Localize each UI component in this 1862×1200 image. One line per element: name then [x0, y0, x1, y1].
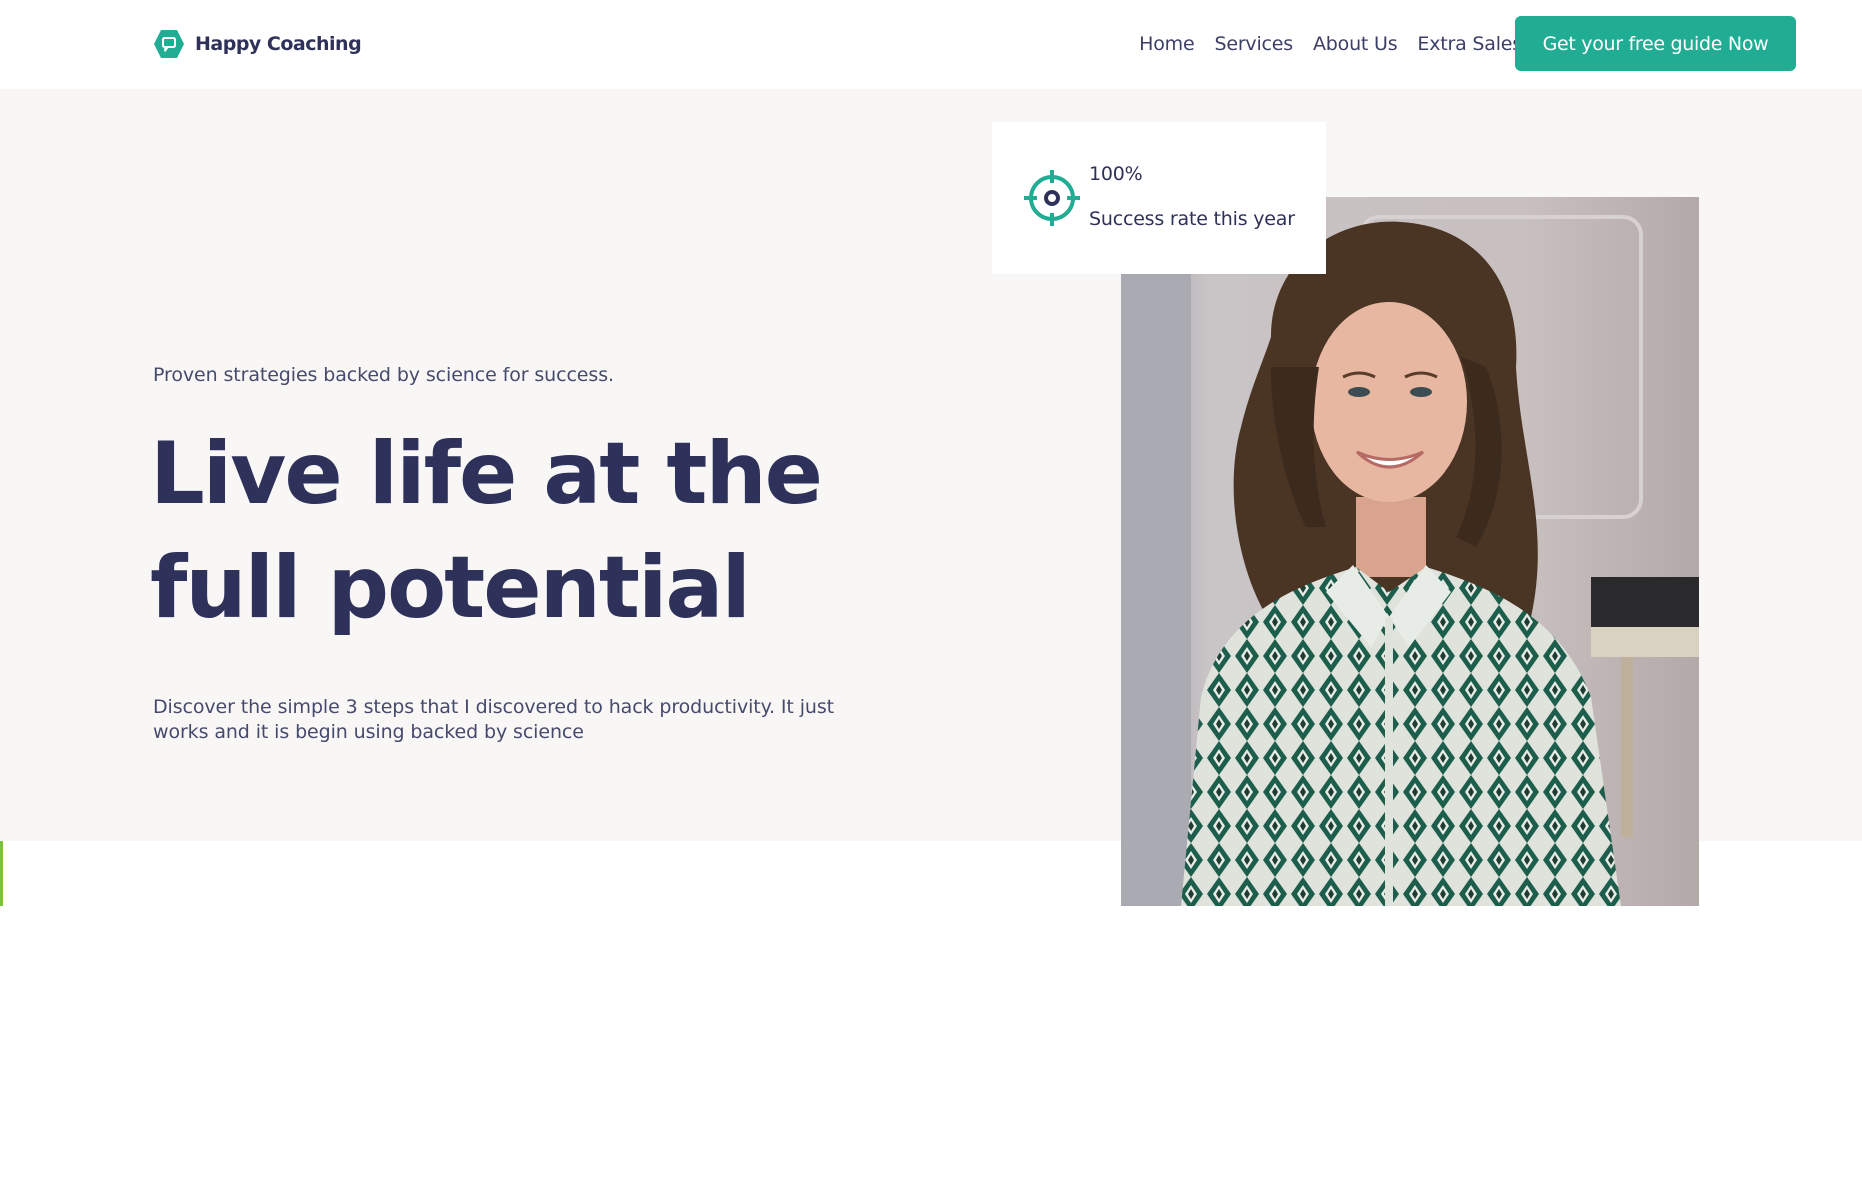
- smiling-woman-portrait: [1121, 197, 1699, 906]
- nav-link-extra-sales[interactable]: Extra Sales: [1417, 33, 1522, 55]
- hero-portrait-photo: [1121, 197, 1699, 906]
- main-nav: Home Services About Us Extra Sales: [1139, 29, 1522, 59]
- hero-description: Discover the simple 3 steps that I disco…: [153, 696, 834, 743]
- nav-link-services[interactable]: Services: [1214, 33, 1293, 55]
- site-header: Happy Coaching Home Services About Us Ex…: [0, 0, 1862, 89]
- hero-eyebrow: Proven strategies backed by science for …: [153, 364, 614, 386]
- chat-bubble-hexagon-icon: [154, 30, 184, 58]
- stat-value: 100%: [1089, 163, 1143, 185]
- brand-name: Happy Coaching: [195, 33, 362, 55]
- nav-link-home[interactable]: Home: [1139, 33, 1195, 55]
- brand-logo-link[interactable]: Happy Coaching: [153, 29, 362, 59]
- hero-headline: Live life at the full potential: [150, 424, 823, 638]
- success-stat-card: 100% Success rate this year: [992, 122, 1326, 274]
- get-free-guide-button[interactable]: Get your free guide Now: [1515, 16, 1796, 71]
- stat-label: Success rate this year: [1089, 208, 1295, 230]
- nav-link-about-us[interactable]: About Us: [1313, 33, 1398, 55]
- target-icon: [1024, 170, 1080, 226]
